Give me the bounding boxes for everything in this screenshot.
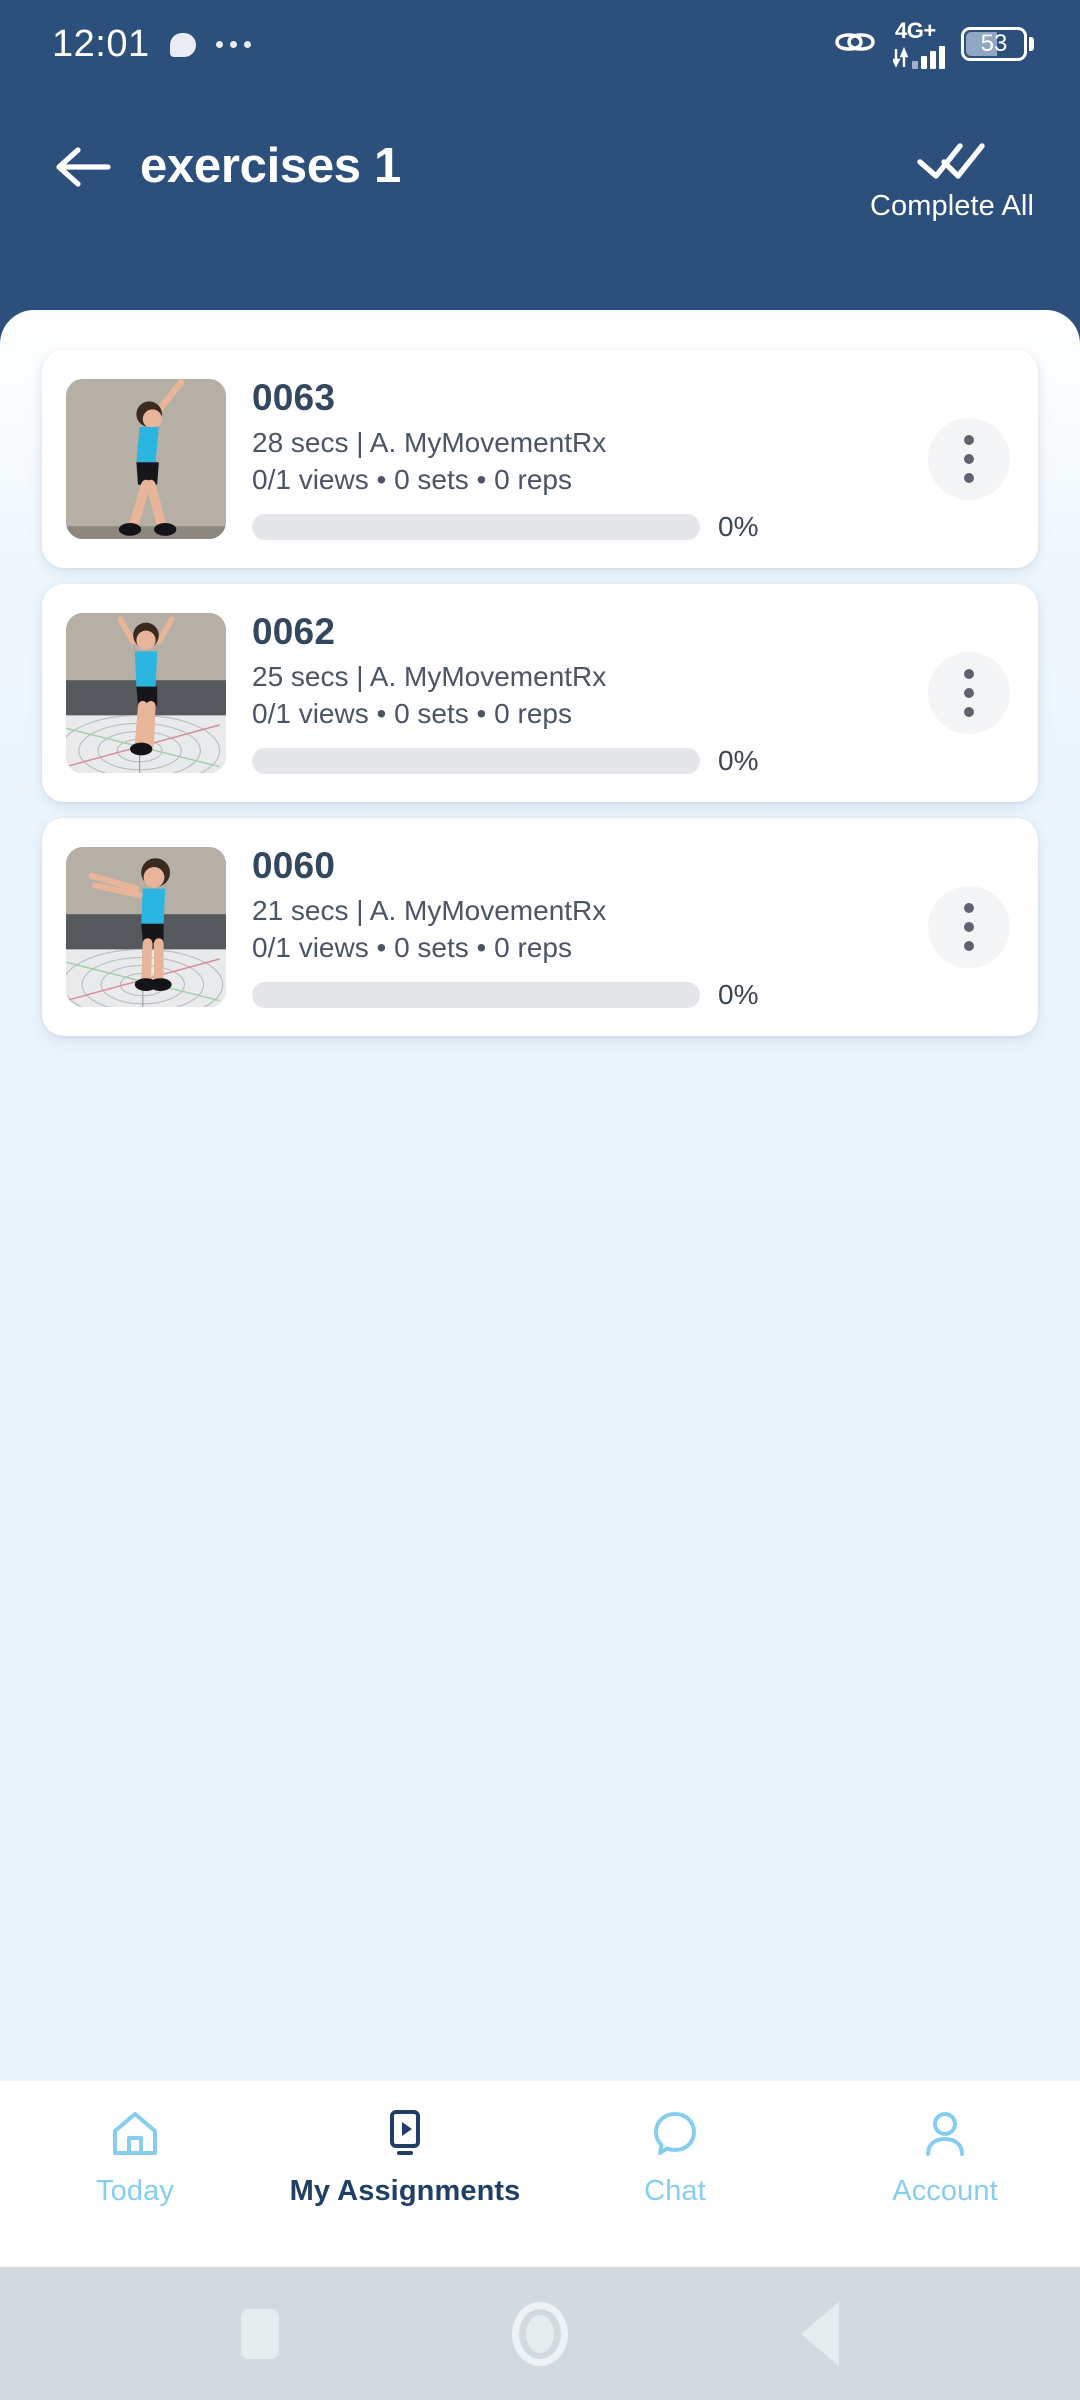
exercise-card-body: 0062 25 secs | A. MyMovementRx 0/1 views…: [252, 609, 914, 777]
exercise-meta: 21 secs | A. MyMovementRx: [252, 894, 607, 926]
exercise-meta: 28 secs | A. MyMovementRx: [252, 426, 607, 458]
bottom-navigation: Today My Assignments Chat Account: [0, 2080, 1080, 2267]
exercise-card[interactable]: 0060 21 secs | A. MyMovementRx 0/1 views…: [42, 818, 1038, 1036]
progress-percent-label: 0%: [718, 510, 759, 542]
exercise-stats: 0/1 views • 0 sets • 0 reps: [252, 697, 572, 729]
nav-label-chat: Chat: [644, 2175, 706, 2207]
exercise-stats: 0/1 views • 0 sets • 0 reps: [252, 931, 572, 963]
nav-label-today: Today: [96, 2175, 174, 2207]
battery-indicator: 53: [961, 27, 1034, 61]
square-recents-icon: [241, 2308, 279, 2359]
kebab-menu-icon: [964, 669, 974, 679]
status-bar-left: 12:01: [52, 23, 251, 66]
nav-label-account: Account: [892, 2175, 998, 2207]
more-dots-icon: [215, 40, 251, 48]
link-icon: [833, 27, 877, 62]
video-monitor-icon: [390, 2110, 420, 2155]
app-root: 12:01 4G+ 53 exercises 1 Complete All 00…: [0, 0, 1080, 2400]
content-sheet: 0063 28 secs | A. MyMovementRx 0/1 views…: [0, 310, 1080, 2080]
exercise-progress-row: 0%: [252, 511, 914, 543]
progress-percent-label: 0%: [718, 744, 759, 776]
exercise-menu-button[interactable]: [928, 886, 1010, 968]
progress-bar: [252, 981, 700, 1008]
triangle-back-icon: [801, 2301, 839, 2366]
android-system-nav: [0, 2267, 1080, 2400]
back-button[interactable]: [52, 136, 114, 198]
app-header: exercises 1 Complete All: [0, 88, 1080, 310]
exercise-title: 0063: [252, 377, 336, 419]
circle-home-icon: [512, 2301, 568, 2366]
progress-bar: [252, 513, 700, 540]
exercise-card-body: 0060 21 secs | A. MyMovementRx 0/1 views…: [252, 843, 914, 1011]
nav-label-my-assignments: My Assignments: [289, 2175, 521, 2207]
progress-percent-label: 0%: [718, 978, 759, 1010]
network-type-label: 4G+: [895, 17, 936, 43]
exercise-menu-button[interactable]: [928, 418, 1010, 500]
nav-item-account[interactable]: Account: [810, 2107, 1080, 2208]
exercise-thumbnail-0060: [66, 847, 226, 1007]
exercise-thumbnail[interactable]: [66, 847, 226, 1007]
speech-bubble-icon: [654, 2112, 696, 2155]
network-indicator: 4G+: [893, 17, 945, 69]
page-title: exercises 1: [140, 139, 402, 193]
status-bar: 12:01 4G+ 53: [0, 0, 1080, 88]
status-time: 12:01: [52, 22, 150, 65]
nav-item-my-assignments[interactable]: My Assignments: [270, 2107, 540, 2208]
kebab-menu-icon: [964, 903, 974, 913]
exercise-thumbnail[interactable]: [66, 613, 226, 773]
exercise-thumbnail-0063: [66, 379, 226, 539]
exercise-card[interactable]: 0063 28 secs | A. MyMovementRx 0/1 views…: [42, 350, 1038, 568]
chat-bubble-icon: [169, 33, 196, 57]
status-bar-right: 4G+ 53: [833, 17, 1034, 69]
exercise-progress-row: 0%: [252, 745, 914, 777]
person-icon: [926, 2112, 964, 2156]
double-check-icon: [917, 143, 985, 179]
recents-button[interactable]: [200, 2289, 320, 2379]
exercise-meta: 25 secs | A. MyMovementRx: [252, 660, 607, 692]
home-button[interactable]: [480, 2289, 600, 2379]
arrow-left-icon: [56, 147, 111, 187]
complete-all-button[interactable]: Complete All: [870, 136, 1042, 223]
exercise-card[interactable]: 0062 25 secs | A. MyMovementRx 0/1 views…: [42, 584, 1038, 802]
exercise-title: 0062: [252, 611, 336, 653]
battery-level-text: 53: [980, 30, 1008, 57]
nav-item-chat[interactable]: Chat: [540, 2107, 810, 2208]
exercise-card-body: 0063 28 secs | A. MyMovementRx 0/1 views…: [252, 375, 914, 543]
exercise-progress-row: 0%: [252, 979, 914, 1011]
kebab-menu-icon: [964, 435, 974, 445]
exercise-title: 0060: [252, 845, 336, 887]
progress-bar: [252, 747, 700, 774]
exercise-stats: 0/1 views • 0 sets • 0 reps: [252, 463, 572, 495]
complete-all-label: Complete All: [870, 190, 1034, 222]
exercise-list: 0063 28 secs | A. MyMovementRx 0/1 views…: [0, 340, 1080, 1036]
exercise-thumbnail[interactable]: [66, 379, 226, 539]
signal-bars-icon: [893, 43, 945, 69]
nav-item-today[interactable]: Today: [0, 2107, 270, 2208]
exercise-thumbnail-0062: [66, 613, 226, 773]
exercise-menu-button[interactable]: [928, 652, 1010, 734]
back-button-system[interactable]: [760, 2289, 880, 2379]
home-icon: [113, 2112, 157, 2155]
